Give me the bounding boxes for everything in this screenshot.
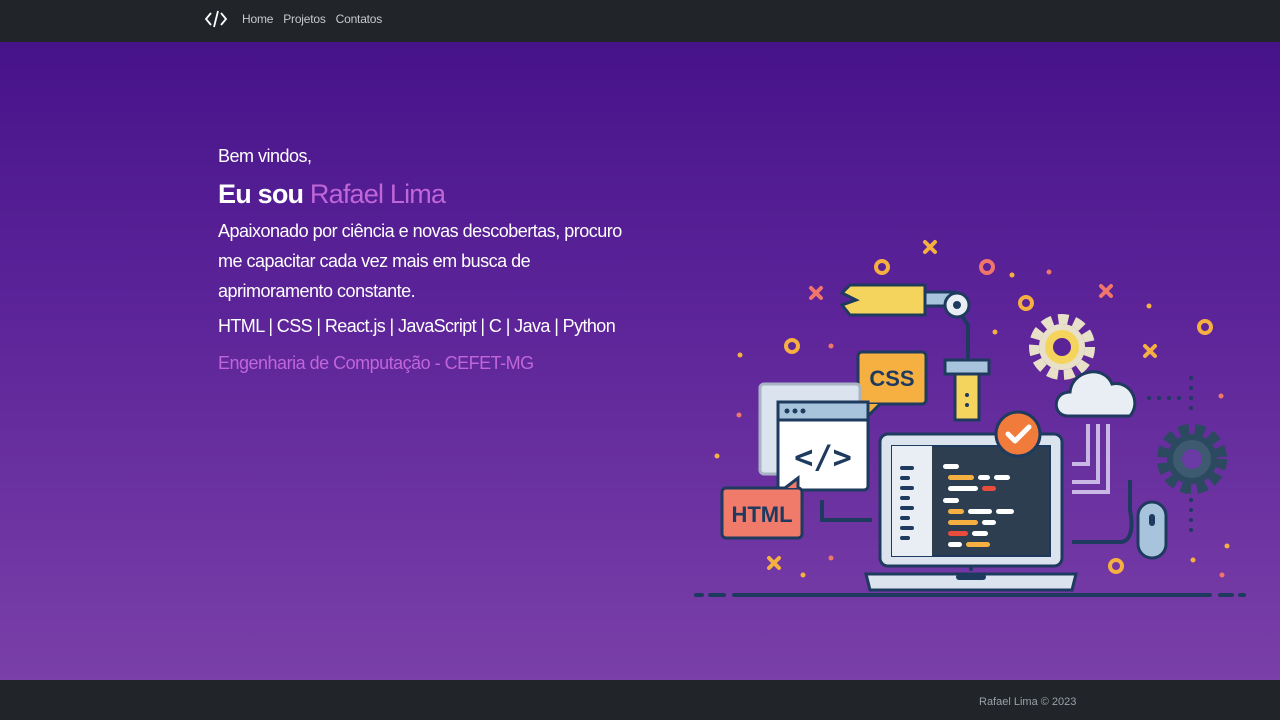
title-name: Rafael Lima [309,179,446,209]
browser-windows: </> [758,382,870,492]
gear-icon-dark [1157,424,1227,494]
intro-block: Bem vindos, Eu sou Rafael Lima Apaixonad… [218,146,628,374]
code-brackets-icon[interactable] [204,9,228,29]
cable [820,500,872,522]
gear-icon [1029,314,1095,380]
nav-link-projetos[interactable]: Projetos [283,12,326,26]
skills-text: HTML | CSS | React.js | JavaScript | C |… [218,316,616,336]
footer: Rafael Lima © 2023 [0,680,1280,720]
nav-links: Home Projetos Contatos [242,0,382,38]
page-title: Eu sou Rafael Lima [218,179,628,210]
html-tag: HTML [720,474,804,540]
title-prefix: Eu sou [218,179,304,209]
laptop [864,432,1078,592]
footer-copyright: Rafael Lima © 2023 [979,696,1077,708]
navbar: Home Projetos Contatos [0,0,1280,42]
html-tag-text: HTML [731,502,792,527]
description-text: Apaixonado por ciência e novas descobert… [218,221,622,301]
nav-link-home[interactable]: Home [242,12,273,26]
welcome-text: Bem vindos, [218,146,312,166]
nav-link-contatos[interactable]: Contatos [336,12,383,26]
course-text: Engenharia de Computação - CEFET-MG [218,353,534,373]
code-glyph: </> [794,438,852,476]
developer-illustration: CSS </> HTML [694,240,1246,597]
check-badge-icon [994,410,1042,458]
cloud-icon [1054,370,1137,494]
css-tag-text: CSS [869,366,914,391]
